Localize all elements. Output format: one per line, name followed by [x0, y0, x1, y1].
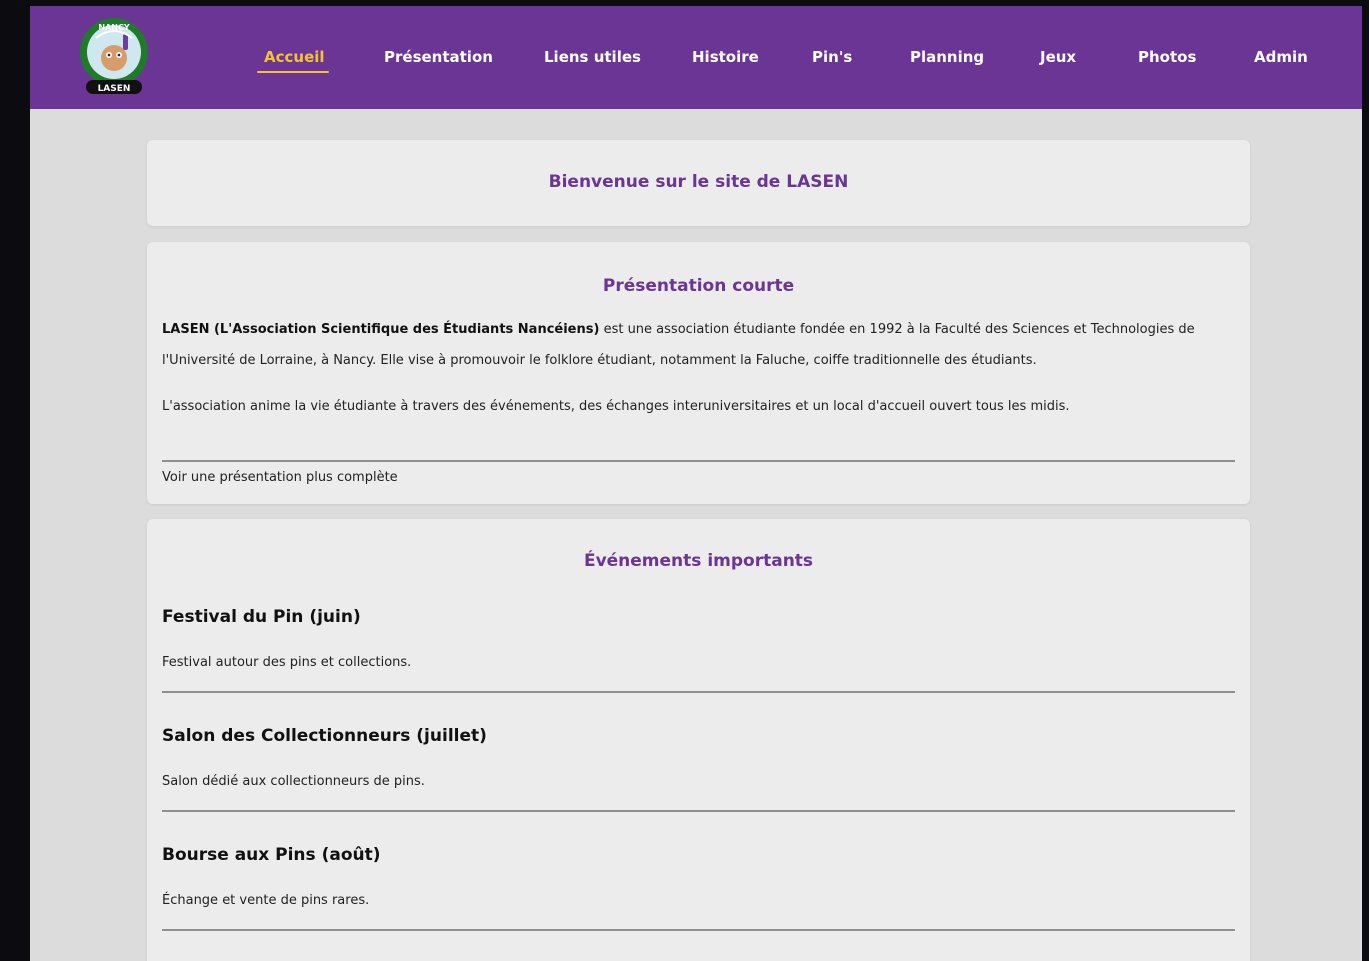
- full-presentation-link[interactable]: Voir une présentation plus complète: [162, 470, 398, 485]
- event-description: Salon dédié aux collectionneurs de pins.: [162, 774, 425, 789]
- events-title: Événements importants: [583, 551, 814, 571]
- presentation-divider: [162, 460, 1235, 462]
- nav-item-jeux[interactable]: Jeux: [1040, 48, 1076, 72]
- event-title: Festival du Pin (juin): [162, 607, 361, 627]
- lasen-logo-icon[interactable]: NANCY LASEN: [76, 16, 152, 96]
- association-name: LASEN (L'Association Scientifique des Ét…: [162, 322, 600, 337]
- nav-item-histoire[interactable]: Histoire: [692, 48, 759, 72]
- welcome-title: Bienvenue sur le site de LASEN: [548, 172, 849, 192]
- nav-item-photos[interactable]: Photos: [1138, 48, 1196, 72]
- event-divider: [162, 929, 1235, 931]
- welcome-card: Bienvenue sur le site de LASEN: [147, 140, 1250, 226]
- event-description: Échange et vente de pins rares.: [162, 893, 370, 908]
- logo-bottom-text: LASEN: [98, 84, 131, 94]
- event-title: Salon des Collectionneurs (juillet): [162, 726, 487, 746]
- event-divider: [162, 810, 1235, 812]
- presentation-card: Présentation courte LASEN (L'Association…: [147, 242, 1250, 504]
- event-title: Bourse aux Pins (août): [162, 845, 381, 865]
- event-description: Festival autour des pins et collections.: [162, 655, 412, 670]
- events-card: Événements importants Festival du Pin (j…: [147, 519, 1250, 961]
- active-nav-underline: [257, 71, 329, 73]
- event-divider: [162, 691, 1235, 693]
- presentation-paragraph-1: LASEN (L'Association Scientifique des Ét…: [162, 314, 1232, 376]
- logo-top-text: NANCY: [98, 23, 129, 32]
- nav-item-presentation[interactable]: Présentation: [384, 48, 493, 72]
- browser-viewport: NANCY LASEN Accueil Présentation Liens u…: [30, 6, 1362, 961]
- nav-item-liens-utiles[interactable]: Liens utiles: [544, 48, 641, 72]
- nav-item-accueil[interactable]: Accueil: [264, 48, 325, 72]
- presentation-paragraph-2: L'association anime la vie étudiante à t…: [162, 399, 1070, 414]
- nav-item-planning[interactable]: Planning: [910, 48, 984, 72]
- top-navbar: NANCY LASEN Accueil Présentation Liens u…: [30, 6, 1362, 109]
- presentation-title: Présentation courte: [602, 276, 795, 296]
- nav-item-admin[interactable]: Admin: [1254, 48, 1308, 72]
- nav-item-pins[interactable]: Pin's: [812, 48, 852, 72]
